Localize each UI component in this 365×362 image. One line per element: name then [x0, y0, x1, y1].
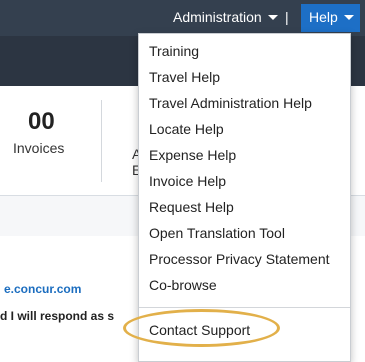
invoice-label[interactable]: Invoices — [13, 140, 64, 156]
tile-divider — [101, 100, 102, 182]
chevron-down-icon — [267, 15, 278, 20]
menu-item-locate-help[interactable]: Locate Help — [149, 121, 224, 137]
help-menu-toggle[interactable]: Help — [301, 4, 360, 32]
menu-item-training[interactable]: Training — [149, 43, 199, 59]
menu-item-request-help[interactable]: Request Help — [149, 199, 234, 215]
menu-item-co-browse[interactable]: Co-browse — [149, 277, 217, 293]
help-label: Help — [309, 9, 338, 25]
menu-item-expense-help[interactable]: Expense Help — [149, 147, 236, 163]
menu-item-travel-administration-help[interactable]: Travel Administration Help — [149, 95, 312, 111]
respond-message: d I will respond as s — [0, 309, 115, 323]
menu-item-processor-privacy-statement[interactable]: Processor Privacy Statement — [149, 251, 330, 267]
menu-item-open-translation-tool[interactable]: Open Translation Tool — [149, 225, 285, 241]
administration-menu[interactable]: Administration — [173, 9, 278, 25]
help-dropdown-menu: Training Travel Help Travel Administrati… — [138, 33, 351, 362]
chevron-down-icon — [343, 15, 354, 20]
email-link[interactable]: e.concur.com — [4, 282, 81, 296]
menu-item-travel-help[interactable]: Travel Help — [149, 69, 220, 85]
menu-item-contact-support[interactable]: Contact Support — [149, 322, 250, 338]
administration-label: Administration — [173, 9, 262, 25]
menu-separator — [139, 307, 350, 308]
nav-divider: | — [285, 9, 289, 25]
menu-item-invoice-help[interactable]: Invoice Help — [149, 173, 226, 189]
invoice-count[interactable]: 00 — [28, 108, 55, 136]
